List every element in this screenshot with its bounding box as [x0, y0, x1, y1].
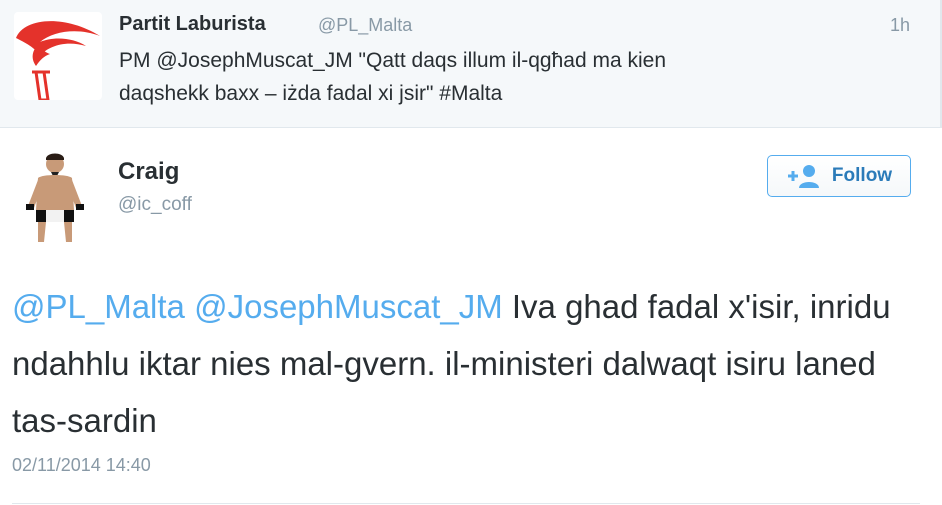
follow-label: Follow [831, 165, 893, 186]
parent-author-name[interactable]: Partit Laburista [119, 13, 266, 36]
parent-tweet-text: PM @JosephMuscat_JM "Qatt daqs illum il-… [119, 44, 879, 110]
parent-tweet[interactable]: Partit Laburista @PL_Malta 1h PM @Joseph… [0, 0, 942, 128]
user-avatar-icon [26, 153, 84, 242]
parent-tweet-text-line-1: PM @JosephMuscat_JM "Qatt daqs illum il-… [119, 49, 666, 72]
party-logo-avatar[interactable] [14, 12, 102, 102]
parent-tweet-text-line-2: daqshekk baxx – iżda fadal xi jsir" #Mal… [119, 82, 503, 105]
mention-josephmuscat[interactable]: @JosephMuscat_JM [194, 288, 503, 325]
user-handle[interactable]: @ic_coff [118, 194, 192, 216]
divider [12, 503, 920, 504]
parent-tweet-time[interactable]: 1h [890, 15, 910, 36]
follow-button[interactable]: Follow [767, 155, 911, 197]
parent-author-handle[interactable]: @PL_Malta [318, 15, 412, 36]
tweet-timestamp[interactable]: 02/11/2014 14:40 [12, 455, 151, 476]
tweet-text: @PL_Malta @JosephMuscat_JM Iva ghad fada… [12, 278, 892, 449]
mention-pl-malta[interactable]: @PL_Malta [12, 288, 185, 325]
user-name[interactable]: Craig [118, 158, 179, 186]
main-tweet: Craig @ic_coff Follow @PL_Malta @JosephM… [0, 128, 940, 505]
user-avatar[interactable] [20, 150, 90, 242]
add-user-icon [786, 164, 822, 188]
torch-logo-icon [16, 21, 100, 102]
